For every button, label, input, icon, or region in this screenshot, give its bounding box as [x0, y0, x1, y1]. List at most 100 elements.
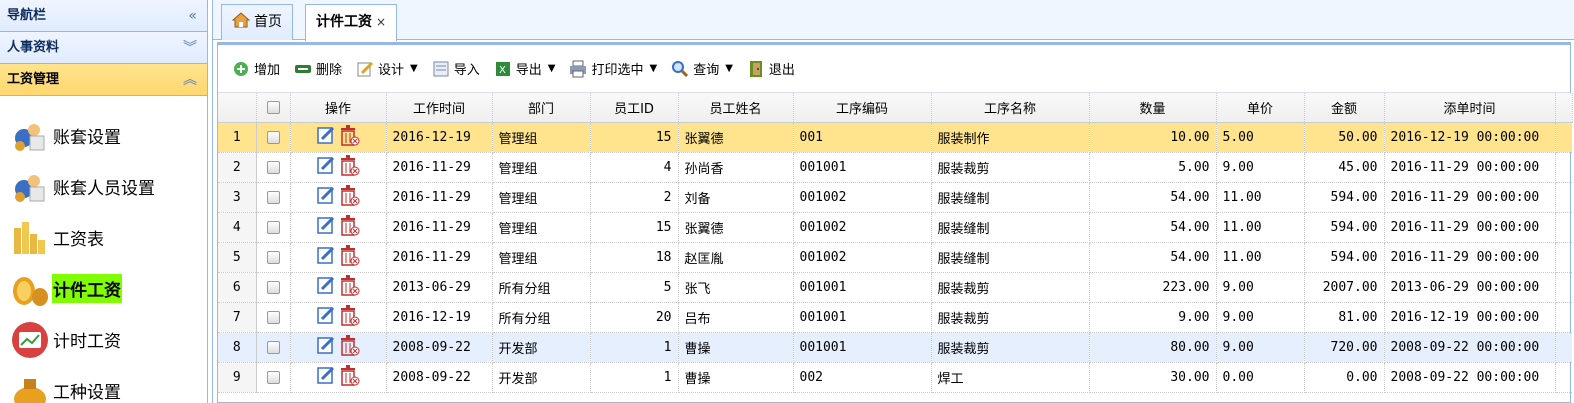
row-number: 6: [218, 272, 257, 303]
tab-bar: 首页 计件工资 ×: [213, 0, 1574, 41]
process-name-cell: 服装缝制: [931, 242, 1090, 273]
delete-trash-icon[interactable]: [338, 184, 360, 210]
row-checkbox[interactable]: [256, 332, 291, 363]
print-selected-button[interactable]: 打印选中 ▼: [569, 59, 657, 78]
edit-icon[interactable]: [316, 126, 335, 148]
column-header[interactable]: 单价: [1216, 93, 1305, 123]
delete-trash-icon[interactable]: [338, 214, 360, 240]
table-row[interactable]: 5 2016-11-29 管理组 18 赵匡胤 001002 服装缝制 54.00 11.00 5…: [218, 242, 1572, 273]
row-checkbox[interactable]: [256, 272, 291, 303]
table-row[interactable]: 2 2016-11-29 管理组 4 孙尚香 001001 服装裁剪 5.00 9.00 45.0…: [218, 152, 1572, 183]
edit-icon[interactable]: [316, 216, 335, 238]
select-all-checkbox[interactable]: [256, 93, 291, 123]
row-checkbox[interactable]: [256, 182, 291, 213]
delete-trash-icon[interactable]: [338, 334, 360, 360]
delete-trash-icon[interactable]: [338, 244, 360, 270]
quantity-cell: 30.00: [1089, 362, 1217, 393]
process-code-cell: 001002: [793, 182, 932, 213]
amount-cell: 594.00: [1304, 212, 1385, 243]
query-button[interactable]: 查询 ▼: [671, 59, 733, 78]
work-date-cell: 2008-09-22: [386, 332, 493, 363]
table-row[interactable]: 1 2016-12-19 管理组 15 张翼德 001 服装制作 10.00 5.00 50.00…: [218, 122, 1572, 153]
column-header[interactable]: 工序名称: [931, 93, 1090, 123]
table-row[interactable]: 8 2008-09-22 开发部 1 曹操 001001 服装裁剪 80.00 9.00 720.…: [218, 332, 1572, 363]
add-button[interactable]: 增加: [232, 59, 280, 78]
scroll-gutter: [1555, 182, 1572, 213]
edit-icon[interactable]: [316, 306, 335, 328]
table-row[interactable]: 9 2008-09-22 开发部 1 曹操 002 焊工 30.00 0.00 0.00 2008-…: [218, 362, 1572, 393]
nav-item-account-settings[interactable]: 账套设置: [0, 110, 207, 161]
design-button[interactable]: 设计 ▼: [356, 59, 418, 78]
nav-item-label: 账套设置: [53, 128, 121, 148]
row-checkbox[interactable]: [256, 122, 291, 153]
edit-icon[interactable]: [316, 186, 335, 208]
employee-id-cell: 1: [590, 362, 679, 393]
added-time-cell: 2008-09-22 00:00:00: [1384, 332, 1556, 363]
row-checkbox[interactable]: [256, 362, 291, 393]
edit-icon[interactable]: [316, 156, 335, 178]
unit-price-cell: 9.00: [1216, 302, 1305, 333]
table-row[interactable]: 3 2016-11-29 管理组 2 刘备 001002 服装缝制 54.00 11.00 594…: [218, 182, 1572, 213]
nav-item-account-staff[interactable]: 账套人员设置: [0, 161, 207, 212]
edit-icon[interactable]: [316, 276, 335, 298]
import-button[interactable]: 导入: [432, 59, 480, 78]
employee-id-cell: 18: [590, 242, 679, 273]
edit-icon[interactable]: [316, 246, 335, 268]
double-chevron-up-icon[interactable]: ︽: [183, 64, 197, 96]
grid-panel: 增加 删除 设计 ▼ 导入 X 导出 ▼ 打印选中 ▼ 查询 ▼ 退出 操作 工…: [217, 42, 1573, 403]
double-chevron-left-icon[interactable]: «: [188, 0, 197, 32]
scroll-gutter: [1555, 332, 1572, 363]
nav-section-personnel[interactable]: 人事资料 ︾: [0, 32, 207, 64]
double-chevron-down-icon[interactable]: ︾: [183, 32, 197, 64]
edit-icon[interactable]: [316, 366, 335, 388]
edit-icon[interactable]: [316, 336, 335, 358]
row-checkbox[interactable]: [256, 212, 291, 243]
table-row[interactable]: 4 2016-11-29 管理组 15 张翼德 001002 服装缝制 54.00 11.00 5…: [218, 212, 1572, 243]
nav-item-time-wage[interactable]: 计时工资: [0, 314, 207, 365]
column-header[interactable]: 工作时间: [386, 93, 493, 123]
work-date-cell: 2016-11-29: [386, 212, 493, 243]
table-row[interactable]: 7 2016-12-19 所有分组 20 吕布 001001 服装裁剪 9.00 9.00 81.…: [218, 302, 1572, 333]
column-header[interactable]: 添单时间: [1384, 93, 1556, 123]
row-checkbox[interactable]: [256, 152, 291, 183]
row-number: 8: [218, 332, 257, 363]
row-checkbox[interactable]: [256, 242, 291, 273]
close-icon[interactable]: ×: [376, 15, 386, 29]
amount-cell: 0.00: [1304, 362, 1385, 393]
tab-home[interactable]: 首页: [221, 4, 293, 40]
nav-item-piece-wage[interactable]: 计件工资: [0, 263, 207, 314]
exit-button[interactable]: 退出: [747, 59, 795, 78]
export-button[interactable]: X 导出 ▼: [494, 59, 555, 78]
nav-item-salary-table[interactable]: 工资表: [0, 212, 207, 263]
amount-cell: 81.00: [1304, 302, 1385, 333]
delete-trash-icon[interactable]: [338, 154, 360, 180]
tab-piece-wage[interactable]: 计件工资 ×: [305, 4, 398, 41]
row-checkbox[interactable]: [256, 302, 291, 333]
work-date-cell: 2016-12-19: [386, 122, 493, 153]
column-header[interactable]: 数量: [1089, 93, 1217, 123]
column-header[interactable]: 金额: [1304, 93, 1385, 123]
department-cell: 所有分组: [492, 302, 591, 333]
column-header[interactable]: 操作: [290, 93, 387, 123]
column-header[interactable]: 工序编码: [793, 93, 932, 123]
delete-button[interactable]: 删除: [294, 59, 342, 78]
svg-text:X: X: [499, 65, 506, 76]
amount-cell: 45.00: [1304, 152, 1385, 183]
amount-cell: 2007.00: [1304, 272, 1385, 303]
delete-trash-icon[interactable]: [338, 304, 360, 330]
nav-item-job-type-settings[interactable]: 工种设置: [0, 365, 207, 403]
nav-section-salary[interactable]: 工资管理 ︽: [0, 64, 207, 96]
quantity-cell: 10.00: [1089, 122, 1217, 153]
process-code-cell: 001001: [793, 302, 932, 333]
caret-down-icon: ▼: [649, 63, 658, 74]
column-header[interactable]: 部门: [492, 93, 591, 123]
row-number: 9: [218, 362, 257, 393]
delete-trash-icon[interactable]: [338, 124, 360, 150]
department-cell: 管理组: [492, 182, 591, 213]
table-row[interactable]: 6 2013-06-29 所有分组 5 张飞 001001 服装裁剪 223.00 9.00 20…: [218, 272, 1572, 303]
column-header[interactable]: 员工ID: [590, 93, 679, 123]
process-code-cell: 001001: [793, 152, 932, 183]
delete-trash-icon[interactable]: [338, 274, 360, 300]
delete-trash-icon[interactable]: [338, 364, 360, 390]
column-header[interactable]: 员工姓名: [678, 93, 794, 123]
